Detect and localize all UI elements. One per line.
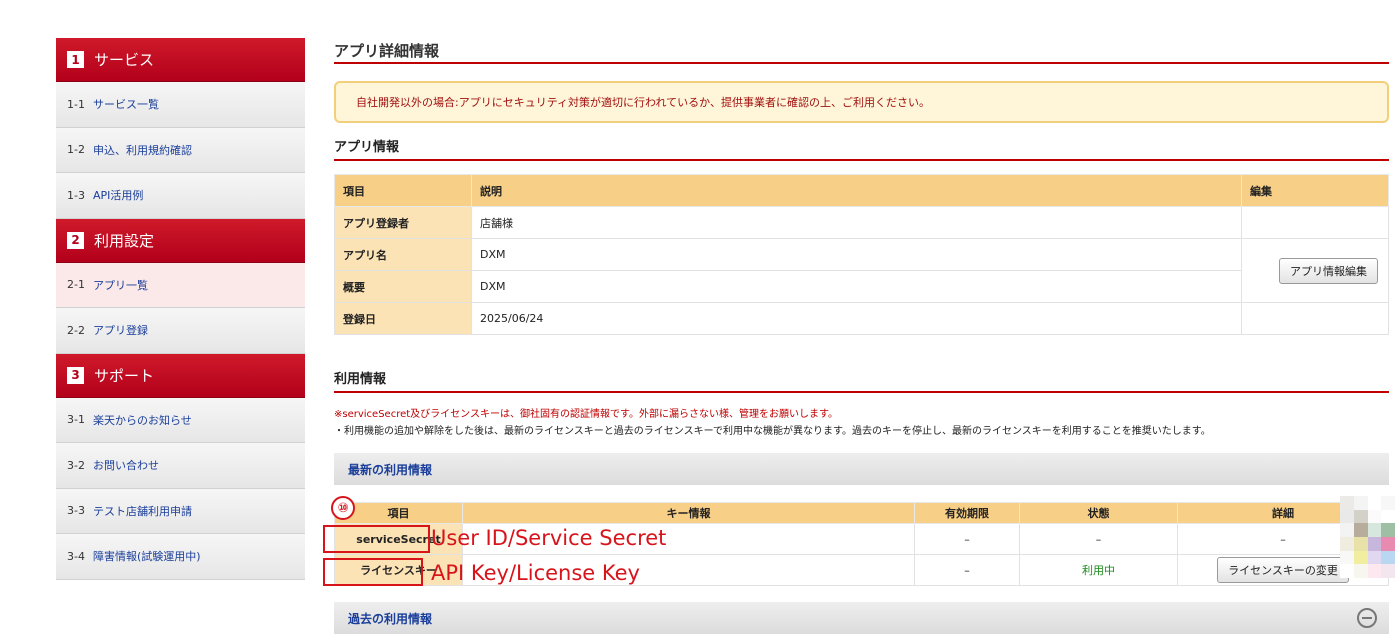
- status-badge: 利用中: [1019, 554, 1178, 586]
- change-license-key-button[interactable]: ライセンスキーの変更: [1217, 557, 1349, 583]
- item-number: 1-2: [67, 143, 85, 157]
- status-value: –: [1019, 523, 1178, 555]
- sidebar-item-label: アプリ一覧: [92, 278, 148, 292]
- expiry-value: –: [914, 554, 1020, 586]
- row-value: DXM: [471, 270, 1242, 303]
- row-label: アプリ登録者: [334, 206, 472, 239]
- section-number: 1: [67, 51, 84, 68]
- sidebar-item-contact[interactable]: 3-2 お問い合わせ: [56, 443, 305, 489]
- annotation-label-service-secret: User ID/Service Secret: [431, 526, 667, 550]
- table-row: 登録日 2025/06/24: [334, 302, 1389, 335]
- empty-cell: [1241, 302, 1389, 335]
- main-content: アプリ詳細情報 自社開発以外の場合:アプリにセキュリティ対策が適切に行われている…: [334, 38, 1389, 634]
- item-number: 1-1: [67, 97, 85, 111]
- table-row: 概要 DXM: [334, 270, 1389, 303]
- item-number: 3-2: [67, 458, 85, 472]
- sidebar-item-label: アプリ登録: [92, 324, 148, 338]
- collapse-icon[interactable]: [1357, 608, 1377, 628]
- item-number: 3-4: [67, 549, 85, 563]
- usage-info-heading: 利用情報: [334, 368, 1389, 393]
- expiry-value: –: [914, 523, 1020, 555]
- app-info-table: 項目 説明 編集 アプリ登録者 店舗様 アプリ名 DXM アプリ情報編集 概要 …: [334, 174, 1389, 335]
- sidebar-item-api-examples[interactable]: 1-3 API活用例: [56, 173, 305, 219]
- annotation-number: ⑩: [331, 496, 355, 520]
- past-usage-title: 過去の利用情報: [348, 611, 433, 626]
- item-number: 3-1: [67, 413, 85, 427]
- sidebar-item-label: サービス一覧: [92, 98, 159, 112]
- empty-cell: [1241, 206, 1389, 239]
- row-label: 概要: [334, 270, 472, 303]
- secret-warning: ※serviceSecret及びライセンスキーは、御社固有の認証情報です。外部に…: [334, 409, 838, 420]
- section-number: 2: [67, 231, 84, 249]
- sidebar-item-label: API活用例: [92, 189, 144, 203]
- app-info-heading: アプリ情報: [334, 136, 1389, 161]
- sidebar-item-apply-terms[interactable]: 1-2 申込、利用規約確認: [56, 127, 305, 173]
- row-label: アプリ名: [334, 238, 472, 271]
- col-status: 状態: [1019, 502, 1178, 524]
- item-number: 3-3: [67, 504, 85, 518]
- sidebar-item-label: 楽天からのお知らせ: [92, 413, 192, 427]
- sidebar-section-support: 3 サポート: [56, 353, 305, 398]
- sidebar: 1 サービス 1-1 サービス一覧 1-2 申込、利用規約確認 1-3 API活…: [56, 38, 305, 580]
- sidebar-item-test-shop[interactable]: 3-3 テスト店舗利用申請: [56, 488, 305, 534]
- latest-usage-bar: 最新の利用情報: [334, 453, 1389, 485]
- section-title: サービス: [94, 51, 155, 69]
- row-value: DXM: [471, 238, 1242, 271]
- col-edit: 編集: [1241, 174, 1389, 207]
- col-desc: 説明: [471, 174, 1242, 207]
- edit-app-info-button[interactable]: アプリ情報編集: [1279, 257, 1378, 284]
- edit-cell: アプリ情報編集: [1241, 238, 1389, 303]
- sidebar-section-service: 1 サービス: [56, 38, 305, 82]
- table-row: アプリ登録者 店舗様: [334, 206, 1389, 239]
- sidebar-item-news[interactable]: 3-1 楽天からのお知らせ: [56, 397, 305, 443]
- sidebar-item-app-list[interactable]: 2-1 アプリ一覧: [56, 262, 305, 308]
- col-expiry: 有効期限: [914, 502, 1020, 524]
- item-number: 2-2: [67, 323, 85, 337]
- table-header-row: 項目 説明 編集: [334, 174, 1389, 207]
- item-number: 2-1: [67, 278, 85, 292]
- sidebar-section-settings: 2 利用設定: [56, 218, 305, 263]
- sidebar-item-label: テスト店舗利用申請: [92, 504, 192, 518]
- section-title: 利用設定: [94, 231, 155, 250]
- sidebar-item-label: お問い合わせ: [92, 459, 159, 473]
- license-note: ・利用機能の追加や解除をした後は、最新のライセンスキーと過去のライセンスキーで利…: [334, 426, 1211, 437]
- row-value: 2025/06/24: [471, 302, 1242, 335]
- col-item: 項目: [334, 174, 472, 207]
- row-value: 店舗様: [471, 206, 1242, 239]
- past-usage-bar[interactable]: 過去の利用情報: [334, 602, 1389, 634]
- sidebar-item-app-register[interactable]: 2-2 アプリ登録: [56, 308, 305, 354]
- security-notice: 自社開発以外の場合:アプリにセキュリティ対策が適切に行われているか、提供事業者に…: [334, 81, 1389, 123]
- table-header-row: 項目 キー情報 有効期限 状態 詳細: [334, 502, 1389, 524]
- annotation-label-license-key: API Key/License Key: [431, 561, 640, 585]
- col-key: キー情報: [462, 502, 915, 524]
- section-number: 3: [67, 366, 84, 384]
- section-title: サポート: [94, 366, 155, 385]
- pixelated-mosaic: [1340, 496, 1395, 578]
- annotation-box-license-key: [323, 558, 423, 586]
- row-label: 登録日: [334, 302, 472, 335]
- sidebar-item-incidents[interactable]: 3-4 障害情報(試験運用中): [56, 534, 305, 580]
- sidebar-item-service-list[interactable]: 1-1 サービス一覧: [56, 82, 305, 128]
- latest-usage-title: 最新の利用情報: [348, 462, 433, 477]
- page-title: アプリ詳細情報: [334, 38, 1389, 64]
- item-number: 1-3: [67, 188, 85, 202]
- table-row: アプリ名 DXM アプリ情報編集: [334, 238, 1389, 303]
- sidebar-item-label: 障害情報(試験運用中): [92, 550, 201, 564]
- annotation-box-service-secret: [323, 525, 430, 553]
- sidebar-item-label: 申込、利用規約確認: [92, 143, 192, 157]
